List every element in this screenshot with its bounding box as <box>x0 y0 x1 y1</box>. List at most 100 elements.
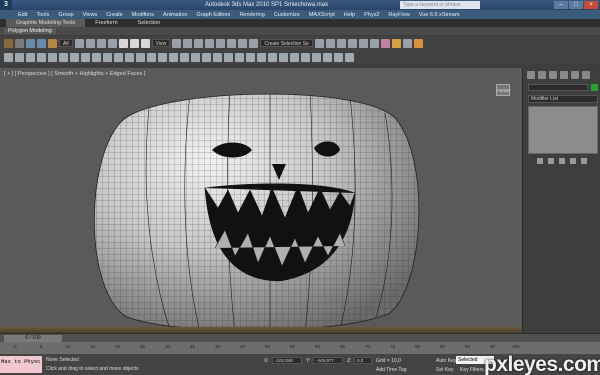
redo-icon[interactable] <box>15 38 24 48</box>
object-name-field[interactable] <box>528 84 588 91</box>
menu-help[interactable]: Help <box>344 12 355 18</box>
manipulate-icon[interactable] <box>183 38 193 48</box>
menu-customize[interactable]: Customize <box>274 12 300 18</box>
modify-tab-icon[interactable] <box>538 71 546 79</box>
tab-selection[interactable]: Selection <box>128 19 171 27</box>
menu-vue-xstream[interactable]: Vue 6.5 xStream <box>419 12 460 18</box>
menu-create[interactable]: Create <box>106 12 123 18</box>
auto-key-button[interactable]: Auto Key <box>436 358 456 364</box>
snaps-toggle-icon[interactable] <box>205 38 215 48</box>
bridge-icon[interactable] <box>202 52 211 62</box>
keyboard-shortcut-icon[interactable] <box>194 38 204 48</box>
menu-graph-editors[interactable]: Graph Editors <box>197 12 231 18</box>
window-crossing-icon[interactable] <box>107 38 117 48</box>
bevel-icon[interactable] <box>136 52 145 62</box>
close-button[interactable]: × <box>584 1 598 9</box>
menu-group[interactable]: Group <box>58 12 73 18</box>
polygon-modeling-panel[interactable]: Polygon Modeling <box>4 28 56 34</box>
spinner-snap-icon[interactable] <box>238 38 248 48</box>
element-icon[interactable] <box>48 52 57 62</box>
modifier-stack[interactable] <box>528 106 598 154</box>
search-input[interactable]: Type a keyword or phrase <box>400 1 480 9</box>
layer-manager-icon[interactable] <box>336 38 346 48</box>
create-tab-icon[interactable] <box>527 71 535 79</box>
border-icon[interactable] <box>26 52 35 62</box>
render-setup-icon[interactable] <box>391 38 401 48</box>
hinge-icon[interactable] <box>224 52 233 62</box>
bind-spacewarp-icon[interactable] <box>48 38 57 48</box>
chamfer-icon[interactable] <box>158 52 167 62</box>
selection-filter-dropdown[interactable]: All <box>59 39 73 47</box>
display-tab-icon[interactable] <box>571 71 579 79</box>
align-icon[interactable] <box>325 38 335 48</box>
minimize-button[interactable]: – <box>554 1 568 9</box>
select-move-icon[interactable] <box>118 38 128 48</box>
material-editor-icon[interactable] <box>380 38 390 48</box>
unlink-icon[interactable] <box>37 38 46 48</box>
menu-edit[interactable]: Edit <box>18 12 27 18</box>
x-coordinate-field[interactable]: -102,848 <box>272 357 302 364</box>
rectangular-selection-icon[interactable] <box>96 38 106 48</box>
cap-icon[interactable] <box>213 52 222 62</box>
collapse-icon[interactable] <box>345 52 354 62</box>
swift-loop-icon[interactable] <box>103 52 112 62</box>
motion-tab-icon[interactable] <box>560 71 568 79</box>
target-weld-icon[interactable] <box>191 52 200 62</box>
menu-maxscript[interactable]: MAXScript <box>309 12 335 18</box>
y-coordinate-field[interactable]: -449,977 <box>313 357 343 364</box>
menu-views[interactable]: Views <box>83 12 98 18</box>
curve-editor-icon[interactable] <box>358 38 368 48</box>
menu-phys2[interactable]: Phys2 <box>364 12 379 18</box>
time-slider[interactable]: 0 / 100 <box>4 335 62 342</box>
viewport-label[interactable]: [ + ] [ Perspective ] [ Smooth + Highlig… <box>4 71 145 77</box>
make-unique-icon[interactable] <box>559 158 565 164</box>
edge-icon[interactable] <box>15 52 24 62</box>
relax-icon[interactable] <box>246 52 255 62</box>
vertex-icon[interactable] <box>4 52 13 62</box>
grow-icon[interactable] <box>59 52 68 62</box>
select-by-name-icon[interactable] <box>85 38 95 48</box>
tab-graphite-modeling-tools[interactable]: Graphite Modeling Tools <box>6 19 86 27</box>
cut-icon[interactable] <box>114 52 123 62</box>
rendered-frame-icon[interactable] <box>402 38 412 48</box>
show-end-result-icon[interactable] <box>548 158 554 164</box>
viewcube[interactable]: FRONT <box>496 84 511 96</box>
attach-icon[interactable] <box>334 52 343 62</box>
menu-rendering[interactable]: Rendering <box>239 12 264 18</box>
quickslice-icon[interactable] <box>235 52 244 62</box>
remove-modifier-icon[interactable] <box>570 158 576 164</box>
shrink-icon[interactable] <box>70 52 79 62</box>
flip-icon[interactable] <box>301 52 310 62</box>
connect-icon[interactable] <box>169 52 178 62</box>
tessellate-icon[interactable] <box>279 52 288 62</box>
weld-icon[interactable] <box>180 52 189 62</box>
make-planar-icon[interactable] <box>312 52 321 62</box>
app-logo[interactable]: 3 <box>0 0 12 10</box>
ring-icon[interactable] <box>92 52 101 62</box>
select-rotate-icon[interactable] <box>129 38 139 48</box>
add-time-tag[interactable]: Add Time Tag <box>376 367 406 373</box>
edit-named-selection-icon[interactable] <box>249 38 259 48</box>
hierarchy-tab-icon[interactable] <box>549 71 557 79</box>
object-color-swatch[interactable] <box>591 84 598 91</box>
pin-stack-icon[interactable] <box>537 158 543 164</box>
smooth-icon[interactable] <box>257 52 266 62</box>
select-link-icon[interactable] <box>26 38 35 48</box>
angle-snap-icon[interactable] <box>216 38 226 48</box>
undo-icon[interactable] <box>4 38 13 48</box>
loop-icon[interactable] <box>81 52 90 62</box>
graphite-toggle-icon[interactable] <box>347 38 357 48</box>
select-scale-icon[interactable] <box>140 38 150 48</box>
inset-icon[interactable] <box>147 52 156 62</box>
mirror-icon[interactable] <box>314 38 324 48</box>
maximize-button[interactable]: □ <box>569 1 583 9</box>
percent-snap-icon[interactable] <box>227 38 237 48</box>
utilities-tab-icon[interactable] <box>582 71 590 79</box>
reference-coordinate-dropdown[interactable]: View <box>151 39 171 47</box>
menu-tools[interactable]: Tools <box>36 12 49 18</box>
render-production-icon[interactable] <box>413 38 423 48</box>
detach-icon[interactable] <box>323 52 332 62</box>
named-selection-dropdown[interactable]: Create Selection Se <box>260 39 313 47</box>
z-coordinate-field[interactable]: 0,0 <box>354 357 372 364</box>
meshsmooth-icon[interactable] <box>268 52 277 62</box>
